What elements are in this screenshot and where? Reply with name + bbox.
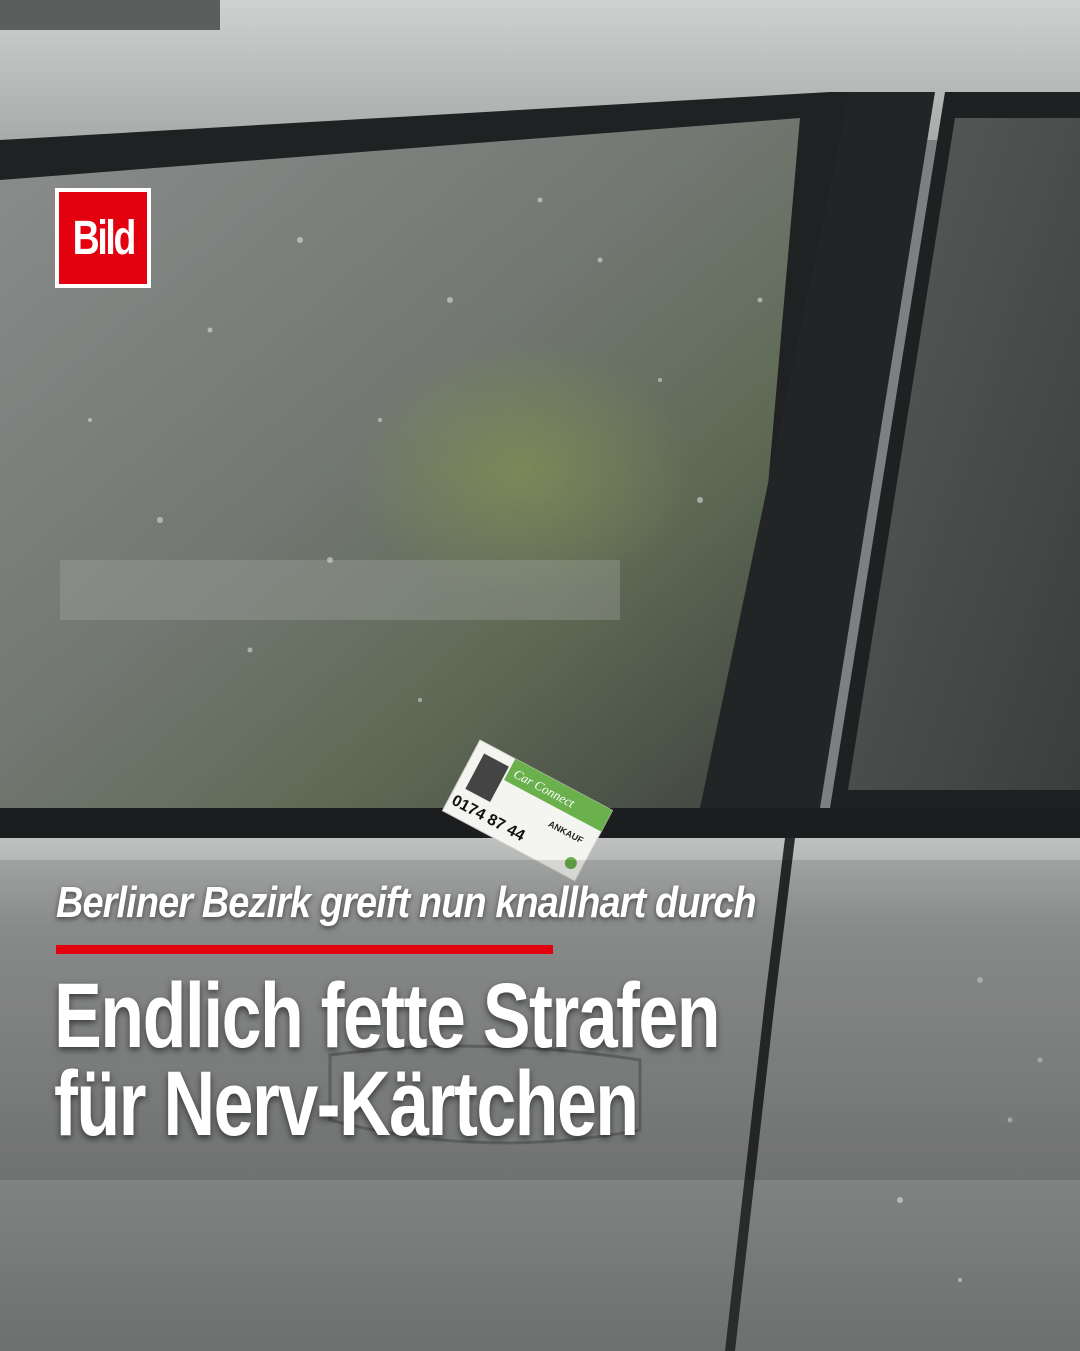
headline: Endlich fette Strafen für Nerv-Kärtchen <box>54 965 721 1155</box>
bild-logo: Bild <box>55 188 151 288</box>
logo-text: Bild <box>72 211 136 265</box>
post-image: Car Connect 0174 87 44 ANKAUF Bild Berli… <box>0 0 1080 1351</box>
headline-line-2: für Nerv-Kärtchen <box>54 1053 639 1155</box>
kicker-line: Berliner Bezirk greift nun knallhart dur… <box>56 878 757 927</box>
headline-line-1: Endlich fette Strafen <box>54 965 721 1067</box>
red-divider <box>56 945 553 954</box>
interior-reflection <box>60 560 620 620</box>
background-strip <box>0 0 220 30</box>
